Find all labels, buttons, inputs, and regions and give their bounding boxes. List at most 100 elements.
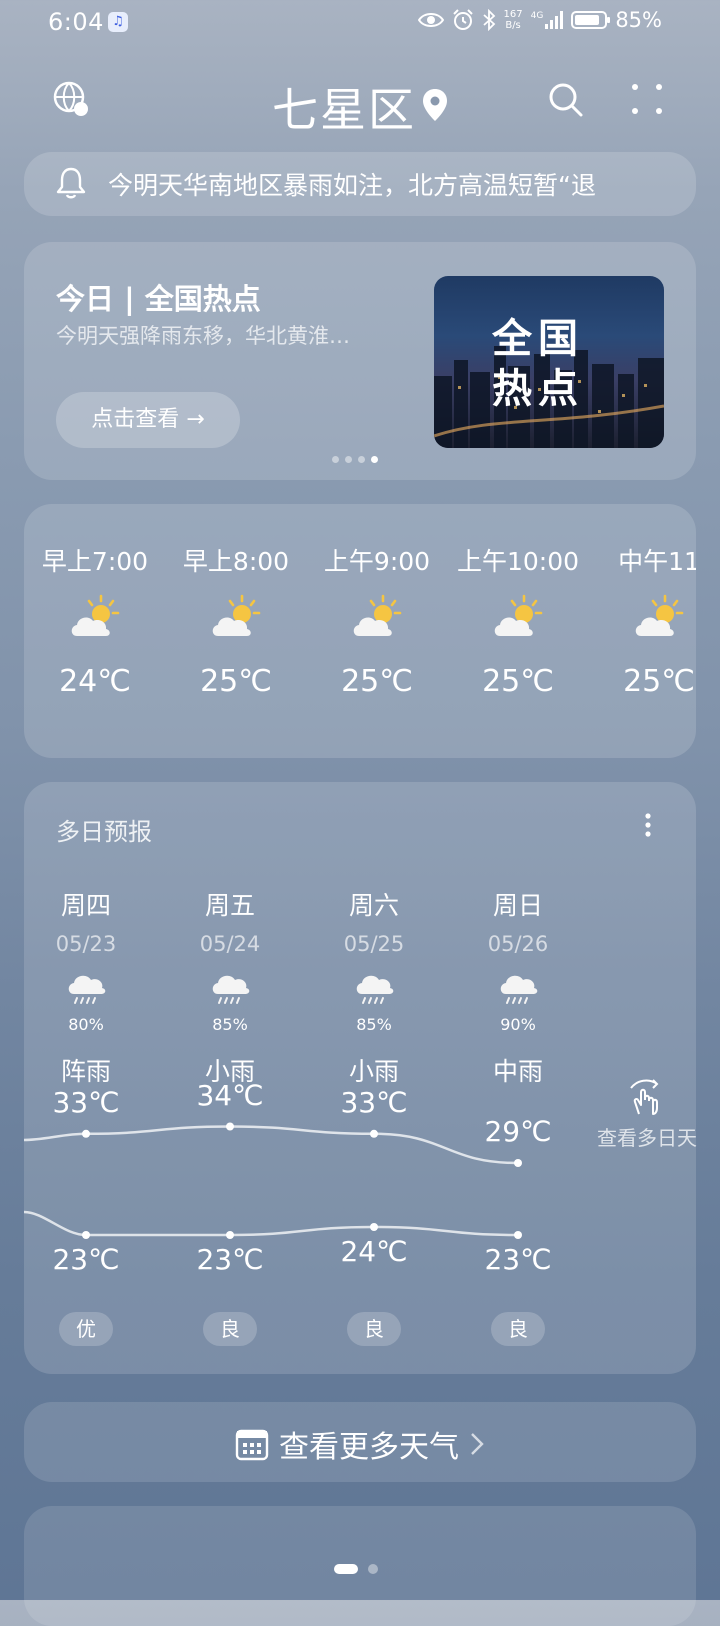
carousel-dot — [332, 456, 339, 463]
search-icon[interactable] — [546, 80, 586, 120]
forecast-day-name: 周四 — [60, 891, 111, 920]
air-quality-badge: 优 — [59, 1312, 113, 1346]
hourly-time: 上午9:00 — [323, 547, 431, 576]
weather-alert-banner[interactable]: 今明天华南地区暴雨如注，北方高温短暂“退 — [24, 152, 696, 216]
news-thumbnail-line2: 热点 — [492, 366, 584, 412]
air-quality-badge: 良 — [491, 1312, 545, 1346]
more-weather-button[interactable]: 查看更多天气 — [24, 1402, 696, 1482]
hourly-item: 上午9:00 25℃ — [307, 542, 447, 699]
signal-indicator: 4G — [531, 11, 564, 29]
alert-text: 今明天华南地区暴雨如注，北方高温短暂“退 — [108, 171, 596, 200]
location-pin-icon — [422, 88, 448, 126]
high-temp-line-point — [370, 1129, 378, 1138]
forecast-day-name: 周日 — [492, 891, 543, 920]
partly-cloudy-sun-icon — [492, 594, 544, 640]
high-temp-line-point — [226, 1122, 234, 1131]
swipe-hand-icon — [630, 1079, 659, 1115]
view-news-button[interactable]: 点击查看 → — [56, 392, 240, 448]
low-temp-label: 23℃ — [484, 1243, 552, 1276]
battery-icon — [571, 11, 611, 29]
hourly-item: 早上8:00 25℃ — [166, 542, 306, 699]
calendar-icon — [236, 1429, 269, 1461]
air-quality-badge: 良 — [347, 1312, 401, 1346]
high-temp-line-point — [514, 1159, 522, 1167]
rain-cloud-icon — [314, 972, 434, 1012]
rain-probability: 85% — [356, 1015, 392, 1034]
music-app-icon: ♫ — [108, 12, 128, 32]
city-name[interactable]: 七星区 — [272, 83, 416, 137]
more-weather-label: 查看更多天气 — [279, 1430, 459, 1465]
high-temp-line — [24, 1125, 519, 1165]
battery-text: 85% — [615, 8, 662, 32]
partly-cloudy-sun-icon — [633, 594, 685, 640]
hourly-item: 中午11 25℃ — [589, 542, 696, 699]
hourly-time: 中午11 — [618, 547, 696, 576]
hourly-temp: 24℃ — [59, 664, 131, 699]
low-temp-label: 23℃ — [52, 1243, 120, 1276]
hourly-time: 早上8:00 — [182, 547, 290, 576]
partly-cloudy-sun-icon — [210, 594, 262, 640]
news-thumbnail[interactable]: 全国 热点 — [434, 276, 664, 448]
carousel-dot-active — [371, 456, 378, 463]
carousel-dot — [358, 456, 365, 463]
air-quality-badge: 良 — [203, 1312, 257, 1346]
net-speed-value: 167 — [503, 9, 523, 20]
temperature-trend-chart — [24, 1122, 522, 1239]
signal-bars-icon — [545, 11, 564, 29]
status-icons: 167 B/s 4G 85% — [417, 8, 662, 32]
hourly-temp: 25℃ — [482, 664, 554, 699]
rain-cloud-icon — [458, 972, 578, 1012]
chevron-right-icon — [470, 1433, 484, 1455]
hourly-time: 上午10:00 — [456, 547, 580, 576]
page-dot — [368, 1564, 378, 1574]
rain-probability: 90% — [500, 1015, 536, 1034]
low-temp-line-point — [370, 1223, 378, 1231]
low-temp-line-point — [82, 1231, 90, 1239]
carousel-dot — [345, 456, 352, 463]
bluetooth-icon — [482, 9, 495, 31]
air-quality: 良 — [314, 1312, 434, 1346]
more-grid-icon[interactable] — [630, 82, 664, 116]
hourly-temp: 25℃ — [623, 664, 695, 699]
low-temp-line — [24, 1210, 519, 1237]
weather-condition: 阵雨 — [60, 1057, 111, 1086]
rain-probability: 80% — [68, 1015, 104, 1034]
view-multi-day-link[interactable]: 查看多日天 — [590, 1074, 700, 1151]
forecast-day-date: 05/24 — [199, 932, 261, 956]
rain-probability: 85% — [212, 1015, 248, 1034]
forecast-day-date: 05/23 — [55, 932, 117, 956]
news-thumbnail-line1: 全国 — [492, 316, 584, 362]
forecast-day-name: 周五 — [204, 891, 255, 920]
forecast-options-icon[interactable] — [644, 812, 652, 838]
forecast-day-date: 05/25 — [343, 932, 405, 956]
news-subtitle: 今明天强降雨东移，华北黄淮… — [56, 324, 350, 348]
low-temp-line-point — [514, 1231, 522, 1239]
hourly-forecast[interactable]: 早上7:00 24℃ 早上8:00 25℃ 上午9:00 25℃ 上午10:00 25℃ 中午1… — [24, 504, 696, 758]
high-temp-line-point — [82, 1129, 90, 1138]
weather-condition: 中雨 — [492, 1057, 543, 1086]
hourly-item: 早上7:00 24℃ — [25, 542, 165, 699]
battery-fill — [575, 15, 600, 25]
air-quality: 优 — [26, 1312, 146, 1346]
net-speed-unit: B/s — [505, 20, 521, 31]
view-multi-day-label: 查看多日天 — [597, 1126, 697, 1150]
status-time: 6:04 — [48, 8, 104, 36]
city-page-indicator — [334, 1564, 378, 1574]
forecast-day-date: 05/26 — [487, 932, 549, 956]
news-title: 今日 | 全国热点 — [56, 282, 261, 316]
news-carousel-indicator — [332, 456, 378, 463]
bell-icon — [56, 166, 86, 200]
weather-condition: 小雨 — [348, 1057, 399, 1086]
eye-icon — [417, 13, 444, 27]
network-type: 4G — [530, 11, 544, 21]
hourly-time: 早上7:00 — [41, 547, 149, 576]
news-thumbnail-text: 全国 热点 — [492, 314, 584, 414]
hourly-item: 上午10:00 25℃ — [448, 542, 588, 699]
hourly-temp: 25℃ — [341, 664, 413, 699]
rain-cloud-icon — [26, 972, 146, 1012]
low-temp-label: 23℃ — [196, 1243, 264, 1276]
partly-cloudy-sun-icon — [69, 594, 121, 640]
partly-cloudy-sun-icon — [351, 594, 403, 640]
page-dot-active — [334, 1564, 358, 1574]
forecast-title: 多日预报 — [56, 818, 152, 846]
